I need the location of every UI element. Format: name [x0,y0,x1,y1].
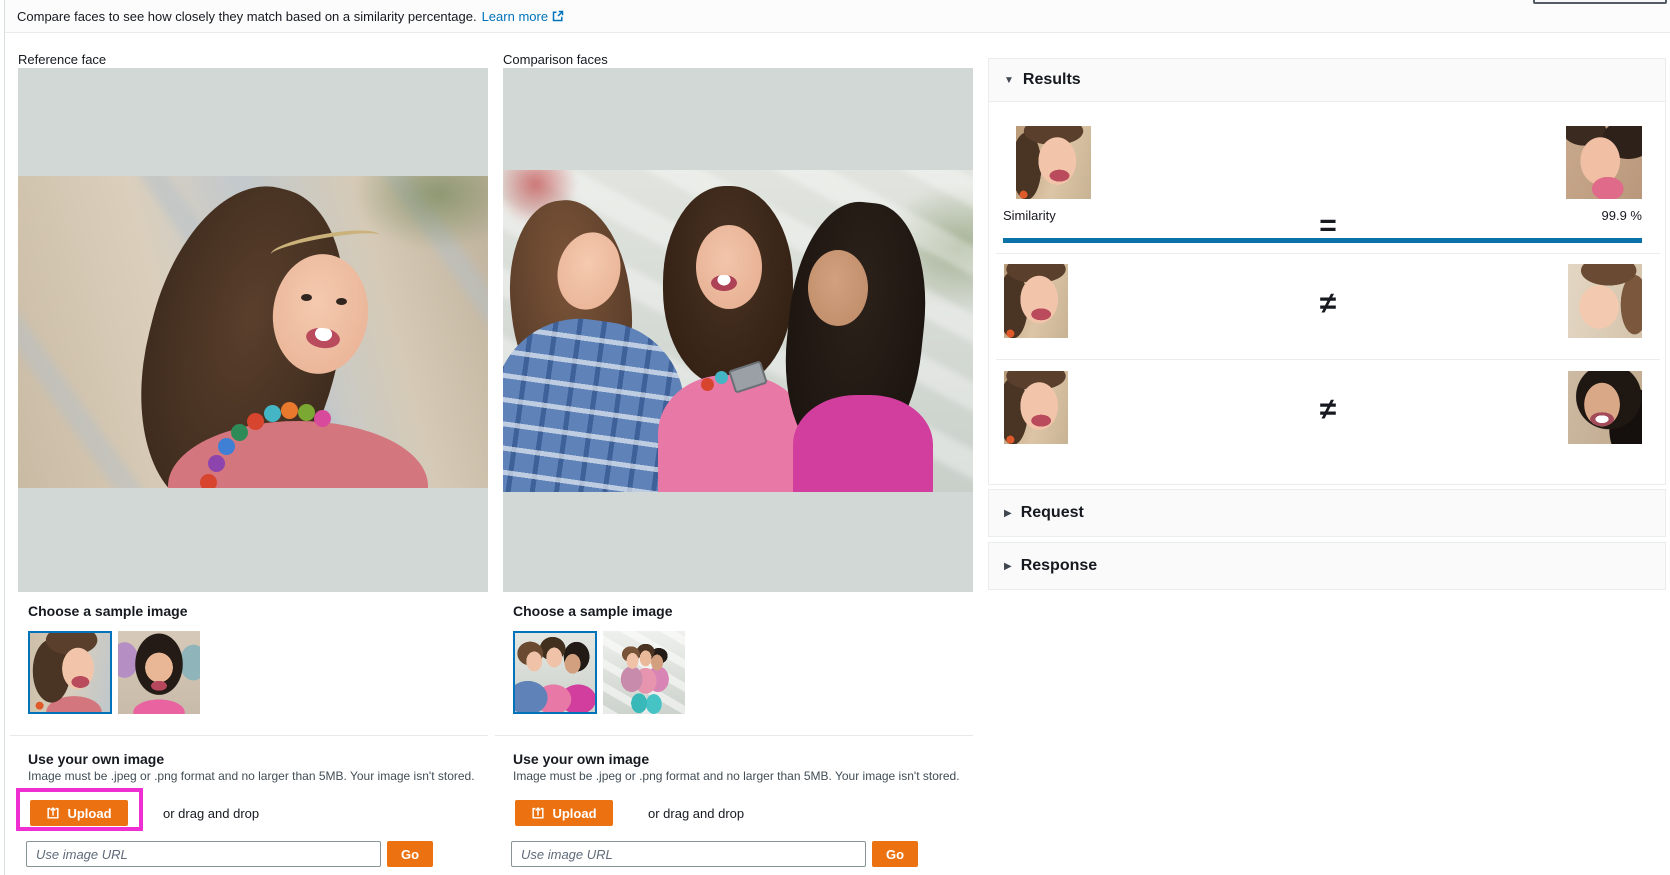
drag-and-drop-label: or drag and drop [163,806,260,821]
reference-photo [18,176,488,488]
photo-shape [793,395,933,492]
request-section: ▶ Request [988,489,1666,537]
go-button[interactable]: Go [872,841,918,867]
not-equals-relation-symbol: ≠ [1319,393,1337,426]
result-row2-comparison-face-thumb [1568,264,1642,338]
results-section: ▼ Results = Similarity 99.9 % ≠ ≠ [988,58,1666,485]
result-row3-comparison-face-thumb [1568,371,1642,444]
comparison-image-canvas [503,68,973,592]
comparison-photo [503,170,973,492]
image-url-input[interactable] [511,841,866,867]
annotation-highlight-box [16,788,143,831]
request-title: Request [1020,504,1084,521]
own-image-heading: Use your own image [513,751,650,767]
photo-shape [808,250,868,326]
comparison-sample-thumb-1-selected[interactable] [513,631,597,714]
caret-down-icon: ▼ [1004,74,1014,86]
comparison-column-label: Comparison faces [503,52,608,67]
similarity-bar [1003,238,1642,243]
own-image-note: Image must be .jpeg or .png format and n… [513,769,960,783]
bead [208,455,225,472]
reference-sample-thumb-1-selected[interactable] [28,631,112,714]
reference-sample-thumb-2[interactable] [118,631,200,714]
response-section-header[interactable]: ▶ Response [989,543,1665,589]
section-divider [10,735,488,736]
result-row1-comparison-face-thumb [1566,126,1642,199]
sample-image-heading: Choose a sample image [28,603,188,619]
result-row3-reference-face-thumb [1004,371,1068,444]
reference-column: Reference face Choose a sample image Use… [10,0,488,875]
image-url-input[interactable] [26,841,381,867]
upload-icon [532,807,545,819]
result-row1-reference-face-thumb [1016,126,1091,199]
photo-shape [336,298,347,305]
bead [298,404,315,421]
photo-shape [711,275,737,291]
bead [314,410,331,427]
photo-shape [696,225,762,309]
bead [200,474,217,488]
bead [231,424,248,441]
bead [701,378,714,391]
request-section-header[interactable]: ▶ Request [989,490,1665,536]
caret-right-icon: ▶ [1004,560,1012,572]
similarity-label: Similarity [1003,208,1056,223]
caret-right-icon: ▶ [1004,507,1012,519]
truncated-toolbar-button[interactable] [1533,0,1667,4]
response-title: Response [1020,557,1098,574]
section-divider [495,735,973,736]
own-image-heading: Use your own image [28,751,165,767]
bead [281,402,298,419]
photo-shape [658,375,808,492]
sample-image-heading: Choose a sample image [513,603,673,619]
bead [247,413,264,430]
bead [264,405,281,422]
results-section-header[interactable]: ▼ Results [989,59,1665,102]
row-divider [996,253,1660,254]
bead [715,371,728,384]
reference-image-canvas [18,68,488,592]
reference-column-label: Reference face [18,52,107,67]
compare-faces-page: Compare faces to see how closely they ma… [0,0,1670,875]
page-left-border [4,0,5,875]
drag-and-drop-label: or drag and drop [648,806,745,821]
not-equals-relation-symbol: ≠ [1319,287,1337,320]
comparison-sample-thumb-2[interactable] [603,631,685,714]
comparison-column: Comparison faces Choose a sample image U… [495,0,973,875]
results-title: Results [1022,71,1081,88]
row-divider [996,359,1660,360]
own-image-note: Image must be .jpeg or .png format and n… [28,769,475,783]
upload-button[interactable]: Upload [515,800,613,826]
photo-shape [301,294,312,301]
similarity-value: 99.9 % [1601,208,1642,223]
go-button[interactable]: Go [387,841,433,867]
results-panel: ▼ Results = Similarity 99.9 % ≠ ≠ ▶ Requ… [988,0,1666,875]
response-section: ▶ Response [988,542,1666,590]
result-row2-reference-face-thumb [1004,264,1068,338]
bead [218,438,235,455]
